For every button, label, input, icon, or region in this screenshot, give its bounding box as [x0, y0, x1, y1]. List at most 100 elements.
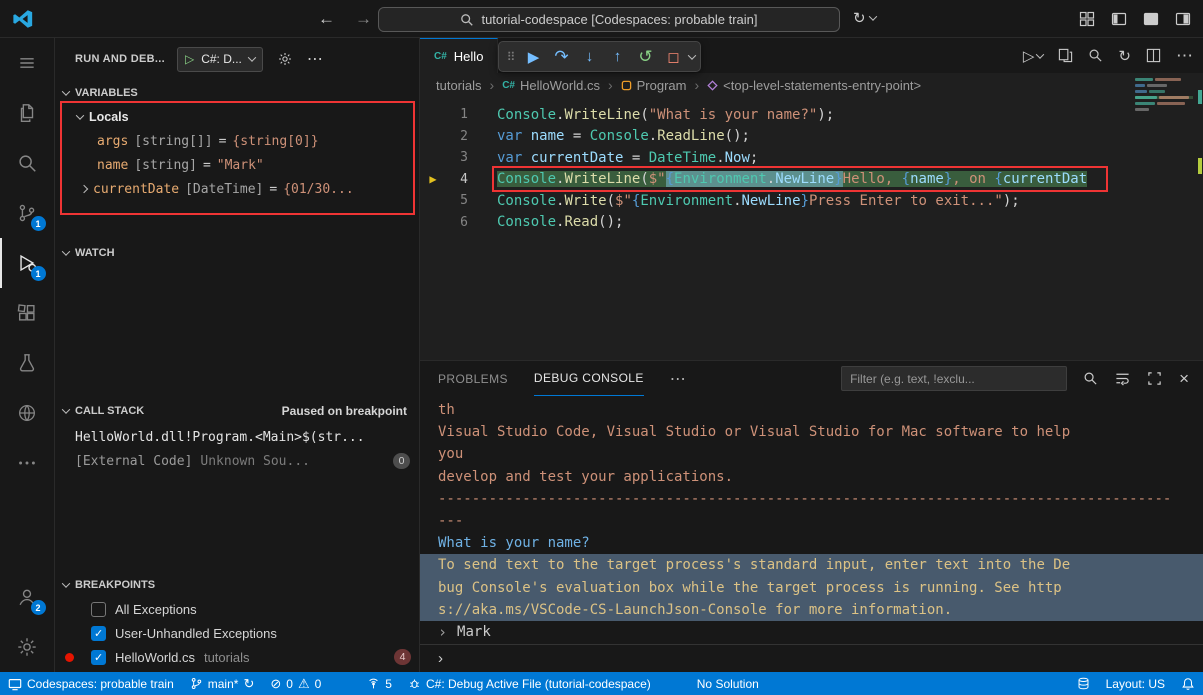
back-arrow-icon[interactable]: ← [318, 9, 335, 29]
sync-dropdown[interactable]: ↻ [853, 9, 876, 27]
test-beaker-icon[interactable] [0, 338, 55, 388]
word-wrap-icon[interactable] [1115, 371, 1130, 386]
console-line[interactable]: th [438, 399, 1203, 421]
checkbox-checked[interactable] [91, 626, 106, 641]
console-line[interactable]: What is your name? [438, 532, 1203, 554]
breakpoints-section-header[interactable]: BREAKPOINTS [63, 574, 155, 596]
toolbar-grip-icon[interactable]: ⠿ [504, 50, 518, 64]
code-line[interactable]: ▶1Console.WriteLine("What is your name?"… [420, 104, 1203, 126]
current-line-arrow-icon[interactable]: ▶ [420, 172, 446, 186]
continue-button[interactable]: ▶ [521, 44, 546, 69]
forward-arrow-icon[interactable]: → [355, 9, 372, 29]
breadcrumb-folder[interactable]: tutorials [436, 78, 482, 93]
toggle-panel-icon[interactable] [1143, 11, 1159, 27]
console-line[interactable]: s://aka.ms/VSCode-CS-LaunchJson-Console … [438, 599, 1203, 621]
extensions-icon[interactable] [0, 288, 55, 338]
source-control-icon[interactable]: 1 [0, 188, 55, 238]
step-over-button[interactable]: ↷ [549, 44, 574, 69]
run-debug-icon[interactable]: 1 [0, 238, 55, 288]
solution-status[interactable]: No Solution [689, 672, 767, 695]
console-highlight-block[interactable]: To send text to the target process's sta… [420, 554, 1203, 621]
call-stack-section-header[interactable]: CALL STACK [63, 400, 144, 422]
variable-row-currentdate[interactable]: currentDate [DateTime] = {01/30... [81, 178, 354, 200]
console-line[interactable]: you [438, 443, 1203, 465]
console-input[interactable]: › [420, 644, 1203, 672]
console-line[interactable]: ----------------------------------------… [438, 488, 1203, 510]
keyboard-layout-indicator[interactable]: Layout: US [1098, 672, 1173, 695]
more-views-icon[interactable] [0, 438, 55, 488]
breadcrumb-method[interactable]: <top-level-statements-entry-point> [707, 78, 921, 93]
console-line[interactable]: To send text to the target process's sta… [438, 554, 1203, 576]
start-debug-icon[interactable]: ▷ [185, 52, 194, 66]
search-editor-icon[interactable] [1088, 48, 1103, 63]
tab-problems[interactable]: PROBLEMS [438, 361, 508, 396]
debug-settings-gear-icon[interactable] [277, 51, 293, 67]
glyph-margin[interactable]: ▶ [420, 151, 446, 165]
accounts-icon[interactable]: 2 [0, 572, 55, 622]
menu-icon[interactable] [0, 38, 55, 88]
code-line[interactable]: ▶4Console.WriteLine($"{Environment.NewLi… [420, 169, 1203, 191]
restart-button[interactable]: ↺ [633, 44, 658, 69]
watch-section-header[interactable]: WATCH [63, 242, 115, 264]
console-filter-input[interactable] [841, 366, 1067, 391]
notifications-bell-icon[interactable] [1173, 672, 1203, 695]
views-more-actions-icon[interactable]: ⋯ [307, 49, 323, 69]
code-line[interactable]: ▶3var currentDate = DateTime.Now; [420, 147, 1203, 169]
console-line[interactable]: bug Console's evaluation box while the t… [438, 577, 1203, 599]
stack-frame-external[interactable]: [External Code] Unknown Sou... 0 [75, 450, 410, 472]
open-changes-icon[interactable] [1058, 48, 1073, 63]
locals-scope-row[interactable]: Locals [77, 106, 129, 128]
console-line[interactable]: --- [438, 510, 1203, 532]
maximize-panel-icon[interactable] [1147, 371, 1162, 386]
chevron-right-icon[interactable]: › [438, 621, 447, 643]
checkbox-checked[interactable] [91, 650, 106, 665]
code-line[interactable]: ▶5Console.Write($"{Environment.NewLine}P… [420, 190, 1203, 212]
editor-layout-icon[interactable] [1175, 11, 1191, 27]
explorer-icon[interactable] [0, 88, 55, 138]
variable-row-args[interactable]: args [string[]] = {string[0]} [97, 130, 319, 152]
more-actions-icon[interactable]: ⋯ [1176, 46, 1193, 66]
debug-status[interactable]: C#: Debug Active File (tutorial-codespac… [400, 672, 659, 695]
step-into-button[interactable]: ↓ [577, 44, 602, 69]
variables-section-header[interactable]: VARIABLES [63, 82, 138, 104]
toggle-sidebar-icon[interactable] [1111, 11, 1127, 27]
glyph-margin[interactable]: ▶ [420, 215, 446, 229]
remote-explorer-icon[interactable] [0, 388, 55, 438]
chevron-down-icon[interactable] [688, 51, 696, 59]
remote-indicator[interactable]: Codespaces: probable train [0, 672, 182, 695]
breakpoint-helloworld[interactable]: HelloWorld.cs tutorials 4 [91, 646, 411, 668]
code-line[interactable]: ▶6Console.Read(); [420, 212, 1203, 234]
ports-indicator[interactable]: 5 [359, 672, 400, 695]
stop-button[interactable]: ◻ [661, 44, 686, 69]
problems-indicator[interactable]: ⊘ 0 ⚠ 0 [262, 672, 329, 695]
search-icon[interactable] [0, 138, 55, 188]
sync-icon[interactable]: ↻ [1118, 47, 1131, 65]
glyph-margin[interactable]: ▶ [420, 108, 446, 122]
console-line[interactable]: Visual Studio Code, Visual Studio or Vis… [438, 421, 1203, 443]
console-search-icon[interactable] [1083, 371, 1098, 386]
tab-helloworld[interactable]: C# Hello [420, 38, 498, 73]
console-line[interactable]: develop and test your applications. [438, 466, 1203, 488]
breakpoint-user-unhandled[interactable]: User-Unhandled Exceptions [91, 622, 411, 644]
branch-indicator[interactable]: main* ↻ [182, 672, 263, 695]
breadcrumb-file[interactable]: C# HelloWorld.cs [502, 78, 600, 93]
breakpoint-all-exceptions[interactable]: All Exceptions [91, 598, 411, 620]
settings-gear-icon[interactable] [0, 622, 55, 672]
stack-frame-main[interactable]: HelloWorld.dll!Program.<Main>$(str... [75, 426, 410, 448]
minimap[interactable] [1135, 78, 1193, 188]
remote-resources-indicator[interactable] [1069, 672, 1098, 695]
run-or-debug-button[interactable]: ▷ [1023, 47, 1044, 65]
checkbox-unchecked[interactable] [91, 602, 106, 617]
command-center-search[interactable]: tutorial-codespace [Codespaces: probable… [378, 7, 840, 32]
breadcrumb-class[interactable]: Program [621, 78, 687, 93]
chevron-right-icon[interactable] [80, 185, 88, 193]
close-panel-icon[interactable]: × [1179, 370, 1189, 387]
code-line[interactable]: ▶2var name = Console.ReadLine(); [420, 126, 1203, 148]
glyph-margin[interactable]: ▶ [420, 194, 446, 208]
split-editor-icon[interactable] [1146, 48, 1161, 63]
glyph-margin[interactable]: ▶ [420, 129, 446, 143]
panel-more-tabs-icon[interactable]: ⋯ [670, 369, 686, 389]
console-line[interactable]: ›Mark [438, 621, 1203, 643]
customize-layout-icon[interactable] [1079, 11, 1095, 27]
debug-config-select[interactable]: ▷ C#: D... [177, 47, 263, 72]
